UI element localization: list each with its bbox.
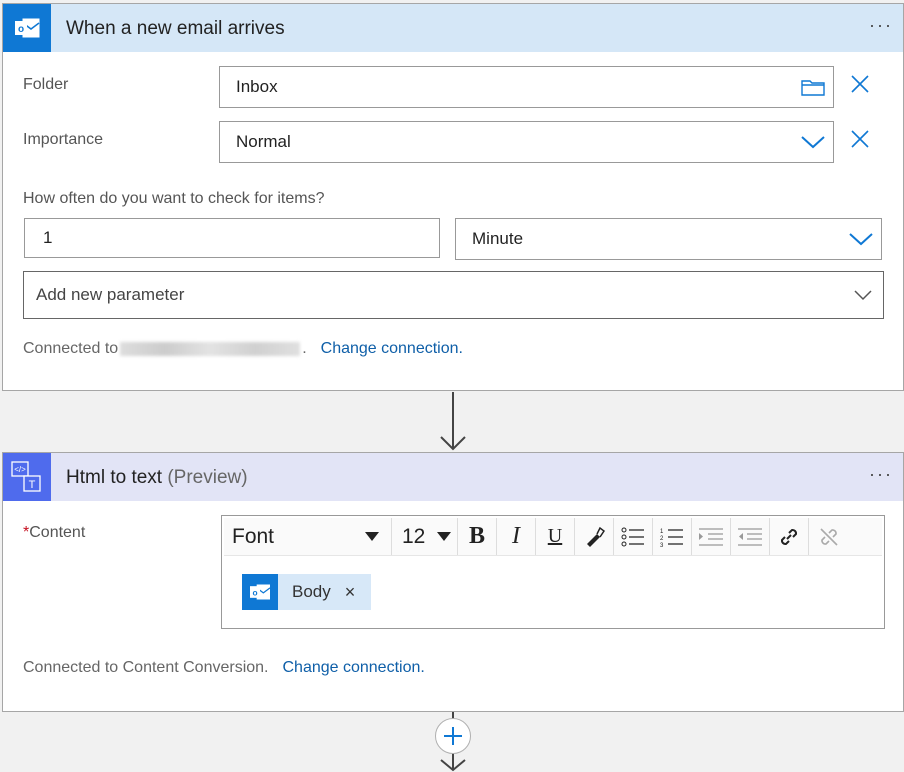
trigger-title: When a new email arrives xyxy=(66,18,285,39)
outdent-icon xyxy=(738,527,762,546)
action-title-suffix: (Preview) xyxy=(167,467,248,488)
font-size-dropdown[interactable]: 12 xyxy=(392,518,458,555)
trigger-card: o When a new email arrives ··· Folder In… xyxy=(2,3,904,391)
svg-text:T: T xyxy=(29,479,36,491)
svg-text:3: 3 xyxy=(660,543,664,547)
action-title-text: Html to text xyxy=(66,467,163,488)
action-connection-label: Connected to Content Conversion. xyxy=(23,659,269,676)
action-header[interactable]: </> T Html to text (Preview) ··· xyxy=(3,453,903,501)
frequency-label: How often do you want to check for items… xyxy=(23,190,325,207)
editor-toolbar: Font 12 B I U 123 xyxy=(224,518,882,556)
svg-text:o: o xyxy=(18,24,24,35)
content-label-text: Content xyxy=(29,524,86,541)
trigger-header[interactable]: o When a new email arrives ··· xyxy=(3,4,903,52)
svg-text:2: 2 xyxy=(660,536,664,542)
font-family-dropdown[interactable]: Font xyxy=(224,518,392,555)
bulleted-list-button[interactable] xyxy=(614,518,653,555)
indent-icon xyxy=(699,527,723,546)
remove-link-button[interactable] xyxy=(809,518,848,555)
redacted-account xyxy=(120,341,301,356)
interval-input[interactable]: 1 xyxy=(24,218,440,258)
trigger-change-connection-link[interactable]: Change connection. xyxy=(321,340,463,357)
bold-button[interactable]: B xyxy=(458,518,497,555)
italic-button[interactable]: I xyxy=(497,518,536,555)
svg-text:o: o xyxy=(252,587,257,597)
importance-dropdown[interactable]: Normal xyxy=(219,121,834,163)
svg-text:</>: </> xyxy=(14,465,26,474)
importance-label: Importance xyxy=(23,131,104,148)
interval-value: 1 xyxy=(43,228,53,247)
connection-suffix: . xyxy=(302,340,307,357)
importance-clear-icon[interactable] xyxy=(848,127,872,151)
underline-icon: U xyxy=(547,525,563,547)
bold-icon: B xyxy=(468,523,485,549)
italic-icon: I xyxy=(512,523,520,549)
outlook-icon: o xyxy=(242,574,278,610)
highlighter-icon xyxy=(587,526,605,547)
bulleted-list-icon xyxy=(621,527,644,546)
add-new-parameter-label: Add new parameter xyxy=(36,285,185,304)
outlook-icon: o xyxy=(3,4,51,52)
highlight-button[interactable] xyxy=(575,518,614,555)
outdent-button[interactable] xyxy=(731,518,770,555)
trigger-connection-text: Connected to. Change connection. xyxy=(23,340,463,358)
trigger-menu-button[interactable]: ··· xyxy=(869,16,893,34)
action-connection-text: Connected to Content Conversion. Change c… xyxy=(23,659,425,677)
caret-down-icon xyxy=(365,531,379,541)
numbered-list-button[interactable]: 123 xyxy=(653,518,692,555)
arrow-down-icon xyxy=(440,392,466,451)
connection-prefix: Connected to xyxy=(23,340,119,357)
font-size-value: 12 xyxy=(402,524,426,548)
insert-link-button[interactable] xyxy=(770,518,809,555)
body-token[interactable]: o Body × xyxy=(242,574,372,610)
numbered-list-icon: 123 xyxy=(660,529,683,547)
folder-clear-icon[interactable] xyxy=(848,72,872,96)
folder-icon[interactable] xyxy=(793,67,833,107)
body-token-remove-icon[interactable]: × xyxy=(345,582,356,603)
frequency-unit-value: Minute xyxy=(472,229,524,248)
body-token-label: Body xyxy=(292,582,331,601)
link-icon xyxy=(780,528,798,545)
font-family-value: Font xyxy=(232,524,275,548)
caret-down-icon xyxy=(437,531,451,541)
chevron-down-icon xyxy=(793,122,833,162)
indent-button[interactable] xyxy=(692,518,731,555)
chevron-down-icon xyxy=(843,275,883,315)
content-editor[interactable]: Font 12 B I U 123 o Body × xyxy=(221,515,885,629)
action-card: </> T Html to text (Preview) ··· *Conten… xyxy=(2,452,904,712)
content-label: *Content xyxy=(23,524,85,542)
svg-text:1: 1 xyxy=(660,529,664,535)
folder-label: Folder xyxy=(23,76,69,93)
add-new-parameter-dropdown[interactable]: Add new parameter xyxy=(23,271,884,319)
plus-icon xyxy=(444,727,462,745)
chevron-down-icon xyxy=(841,219,881,259)
action-title: Html to text (Preview) xyxy=(66,467,248,489)
action-menu-button[interactable]: ··· xyxy=(869,465,893,483)
html-to-text-icon: </> T xyxy=(3,453,51,501)
folder-field[interactable]: Inbox xyxy=(219,66,834,108)
insert-step-button[interactable] xyxy=(435,718,471,754)
underline-button[interactable]: U xyxy=(536,518,575,555)
unlink-icon xyxy=(819,527,838,546)
frequency-unit-dropdown[interactable]: Minute xyxy=(455,218,882,260)
folder-value: Inbox xyxy=(236,77,278,96)
importance-value: Normal xyxy=(236,132,291,151)
action-change-connection-link[interactable]: Change connection. xyxy=(282,659,424,676)
